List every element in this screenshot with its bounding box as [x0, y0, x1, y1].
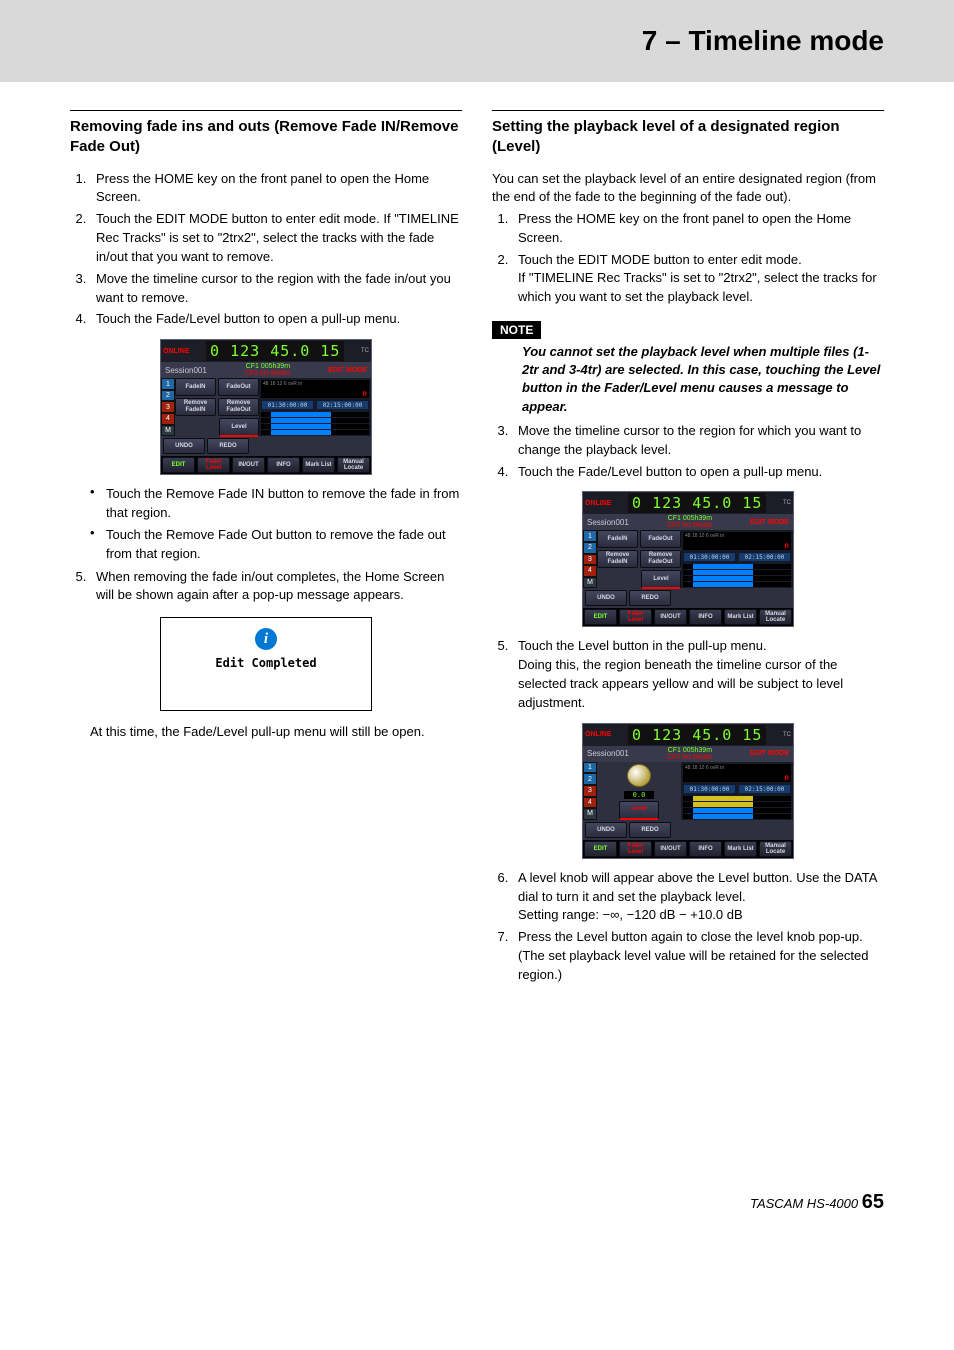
right-intro: You can set the playback level of an ent…: [492, 170, 884, 206]
right-step-2: Touch the EDIT MODE button to enter edit…: [512, 251, 884, 308]
left-column: Removing fade ins and outs (Remove Fade …: [70, 110, 462, 991]
left-closing: At this time, the Fade/Level pull-up men…: [90, 723, 462, 741]
page-body: Removing fade ins and outs (Remove Fade …: [0, 82, 954, 991]
ss-session-name: Session001: [165, 366, 207, 375]
ss-cf2: CF2 No Media: [245, 370, 290, 377]
screenshot-level-knob: ONLINE 0 123 45.0 15 TC Session001 CF1 0…: [582, 723, 794, 859]
right-step-3: Move the timeline cursor to the region f…: [512, 422, 884, 460]
ss-redo: REDO: [207, 438, 249, 454]
ss-bb-fade: Fade/ Level: [197, 457, 230, 473]
ss-rec: R: [363, 392, 367, 398]
ss-btn-fadeout: FadeOut: [218, 378, 259, 396]
ss-t1: 01:30:00:00: [261, 400, 314, 410]
right-step-5: Touch the Level button in the pull-up me…: [512, 637, 884, 712]
chapter-title: 7 – Timeline mode: [642, 25, 884, 57]
left-bullets: Touch the Remove Fade IN button to remov…: [70, 485, 462, 563]
page-footer: TASCAM HS-4000 65: [0, 1191, 954, 1244]
left-bullet-2: Touch the Remove Fade Out button to remo…: [94, 526, 462, 564]
ss-tc: TC: [361, 348, 369, 354]
ss-btn-fadein: FadeIN: [175, 378, 216, 396]
left-steps-5: When removing the fade in/out completes,…: [70, 568, 462, 606]
right-step-7: Press the Level button again to close th…: [512, 928, 884, 985]
ss-bb-mark: Mark List: [302, 457, 335, 473]
ss-t2: 02:15:00:00: [316, 400, 369, 410]
ss-bb-edit: EDIT: [162, 457, 195, 473]
popup-message: Edit Completed: [161, 656, 371, 670]
screenshot-level-menu: ONLINE 0 123 45.0 15 TC Session001 CF1 0…: [582, 491, 794, 627]
right-step-6: A level knob will appear above the Level…: [512, 869, 884, 926]
ss-undo: UNDO: [163, 438, 205, 454]
right-steps-3-4: Move the timeline cursor to the region f…: [492, 422, 884, 482]
ss-ch2: 2: [161, 390, 175, 402]
left-step-1: Press the HOME key on the front panel to…: [90, 170, 462, 208]
right-heading: Setting the playback level of a designat…: [492, 110, 884, 158]
ss-bb-inout: IN/OUT: [232, 457, 265, 473]
note-tag: NOTE: [492, 321, 541, 339]
left-heading: Removing fade ins and outs (Remove Fade …: [70, 110, 462, 158]
ss-btn-level-active: Level: [619, 801, 659, 820]
ss-ticks: 48 18 12 6 ovR in: [263, 381, 302, 387]
ss-ch3: 3: [161, 401, 175, 413]
screenshot-remove-fade: ONLINE 0 123 45.0 15 TC Session001 CF1 0…: [160, 339, 372, 475]
ss-online: ONLINE: [163, 348, 189, 355]
right-step-4: Touch the Fade/Level button to open a pu…: [512, 463, 884, 482]
ss-bb-info: INFO: [267, 457, 300, 473]
info-icon: i: [255, 628, 277, 650]
left-step-3: Move the timeline cursor to the region w…: [90, 270, 462, 308]
right-steps-6-7: A level knob will appear above the Level…: [492, 869, 884, 985]
right-column: Setting the playback level of a designat…: [492, 110, 884, 991]
note-text: You cannot set the playback level when m…: [522, 343, 884, 416]
page-header: 7 – Timeline mode: [0, 0, 954, 82]
level-knob-value: 0.0: [624, 791, 654, 799]
ss-timer: 0 123 45.0 15: [206, 341, 344, 361]
footer-page: 65: [862, 1191, 884, 1213]
ss-ch1: 1: [161, 378, 175, 390]
ss-btn-remove-in: Remove FadeIN: [175, 398, 216, 416]
ss-btn-level: Level: [219, 418, 259, 437]
ss-bb-manual: Manual Locate: [337, 457, 370, 473]
left-steps-1-4: Press the HOME key on the front panel to…: [70, 170, 462, 330]
ss-ch4: 4: [161, 413, 175, 425]
ss-chm: M: [161, 425, 175, 437]
footer-model: TASCAM HS-4000: [750, 1196, 858, 1211]
right-step-1: Press the HOME key on the front panel to…: [512, 210, 884, 248]
left-step-4: Touch the Fade/Level button to open a pu…: [90, 310, 462, 329]
left-step-2: Touch the EDIT MODE button to enter edit…: [90, 210, 462, 267]
left-bullet-1: Touch the Remove Fade IN button to remov…: [94, 485, 462, 523]
ss-btn-remove-out: Remove FadeOut: [218, 398, 259, 416]
level-knob-icon: [627, 764, 651, 787]
right-steps-1-2: Press the HOME key on the front panel to…: [492, 210, 884, 307]
left-step-5: When removing the fade in/out completes,…: [90, 568, 462, 606]
ss-edit-mode: EDIT MODE: [328, 367, 367, 374]
right-steps-5: Touch the Level button in the pull-up me…: [492, 637, 884, 712]
ss-cf1: CF1 005h39m: [246, 363, 290, 370]
popup-edit-completed: i Edit Completed: [160, 617, 372, 711]
